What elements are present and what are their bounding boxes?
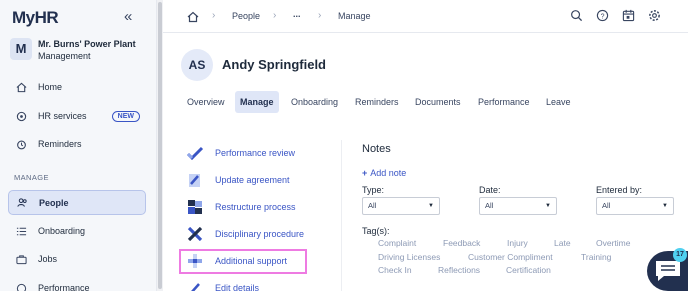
action-label: Performance review — [215, 148, 296, 158]
sidebar-item-label: Home — [38, 82, 63, 92]
performance-icon — [14, 283, 28, 291]
sidebar-item-performance[interactable]: Performance — [8, 277, 146, 291]
chat-icon — [656, 261, 680, 281]
filter-entered-by-select[interactable]: All ▼ — [596, 197, 674, 215]
calendar-icon[interactable] — [622, 9, 636, 23]
tab-manage[interactable]: Manage — [235, 91, 279, 113]
caret-down-icon: ▼ — [428, 203, 434, 209]
action-label: Restructure process — [215, 202, 296, 212]
new-badge: NEW — [111, 110, 140, 122]
sidebar-item-label: Reminders — [38, 139, 82, 149]
tab-performance[interactable]: Performance — [478, 91, 530, 113]
chat-notification-badge: 17 — [673, 248, 687, 262]
action-update-agreement[interactable]: Update agreement — [186, 171, 290, 189]
people-icon — [15, 197, 29, 208]
org-name: Mr. Burns' Power Plant — [38, 39, 136, 49]
tag-late[interactable]: Late — [554, 238, 571, 248]
breadcrumb-people[interactable]: People — [232, 11, 260, 21]
org-switcher[interactable]: M Mr. Burns' Power Plant Management — [8, 38, 153, 66]
tag-injury[interactable]: Injury — [507, 238, 528, 248]
gear-icon[interactable] — [648, 9, 662, 23]
tag-complaint[interactable]: Complaint — [378, 238, 416, 248]
search-icon[interactable] — [570, 9, 584, 23]
tag-feedback[interactable]: Feedback — [443, 238, 480, 248]
sidebar-item-onboarding[interactable]: Onboarding — [8, 220, 146, 242]
chevron-right-icon: › — [273, 10, 277, 21]
add-note-button[interactable]: + Add note — [362, 168, 406, 178]
sidebar-item-label: Onboarding — [38, 226, 86, 236]
filter-entered-by-label: Entered by: — [596, 185, 643, 195]
tags-label: Tag(s): — [362, 226, 390, 236]
sidebar-item-label: Performance — [38, 283, 90, 291]
action-label: Edit details — [215, 283, 260, 291]
filter-date-label: Date: — [479, 185, 501, 195]
help-icon[interactable]: ? — [596, 9, 610, 23]
checklist-icon — [14, 226, 28, 237]
alarm-icon — [14, 139, 28, 150]
sidebar-scrollbar-thumb[interactable] — [158, 2, 162, 289]
briefcase-icon — [14, 254, 28, 265]
tag-driving-licenses[interactable]: Driving Licenses — [378, 252, 440, 262]
chevron-right-icon: › — [318, 10, 322, 21]
sidebar-item-label: People — [39, 197, 69, 208]
sidebar-item-label: HR services — [38, 111, 87, 121]
plus-icon: + — [362, 168, 368, 178]
checkmark-icon — [186, 146, 204, 161]
svg-text:?: ? — [601, 13, 605, 20]
hr-services-icon — [14, 111, 28, 122]
action-label: Update agreement — [215, 175, 290, 185]
action-performance-review[interactable]: Performance review — [186, 144, 295, 162]
sidebar-item-people[interactable]: People — [8, 190, 146, 215]
action-restructure-process[interactable]: Restructure process — [186, 198, 296, 216]
section-label-manage: MANAGE — [14, 173, 49, 182]
action-label: Disciplinary procedure — [215, 229, 305, 239]
collapse-sidebar-icon[interactable]: « — [124, 8, 132, 25]
tab-leave[interactable]: Leave — [546, 91, 571, 113]
edit-document-icon — [186, 173, 204, 187]
sidebar-item-label: Jobs — [38, 254, 58, 264]
breadcrumb-ellipsis[interactable]: ... — [293, 9, 301, 19]
filter-type-select[interactable]: All ▼ — [362, 197, 440, 215]
sidebar: MyHR « M Mr. Burns' Power Plant Manageme… — [0, 0, 157, 291]
app-logo[interactable]: MyHR — [12, 8, 59, 28]
tag-check-in[interactable]: Check In — [378, 265, 412, 275]
tag-training[interactable]: Training — [581, 252, 611, 262]
tag-reflections[interactable]: Reflections — [438, 265, 480, 275]
tag-overtime[interactable]: Overtime — [596, 238, 630, 248]
caret-down-icon: ▼ — [545, 203, 551, 209]
notes-title: Notes — [362, 143, 391, 155]
tag-customer-compliment[interactable]: Customer Compliment — [468, 252, 553, 262]
tab-documents[interactable]: Documents — [415, 91, 461, 113]
org-subtitle: Management — [38, 51, 91, 61]
caret-down-icon: ▼ — [662, 203, 668, 209]
restructure-icon — [186, 200, 204, 214]
action-edit-details[interactable]: Edit details — [186, 279, 259, 291]
filter-type-label: Type: — [362, 185, 385, 195]
sidebar-item-reminders[interactable]: Reminders — [8, 133, 146, 155]
sidebar-item-jobs[interactable]: Jobs — [8, 248, 146, 270]
tab-reminders[interactable]: Reminders — [355, 91, 399, 113]
tab-onboarding[interactable]: Onboarding — [291, 91, 338, 113]
section-divider — [341, 140, 342, 291]
home-icon[interactable] — [187, 10, 201, 24]
sidebar-item-hr-services[interactable]: HR services NEW — [8, 105, 146, 127]
add-note-label: Add note — [370, 168, 407, 178]
home-icon — [14, 82, 28, 93]
pencil-icon — [186, 281, 204, 291]
tag-certification[interactable]: Certification — [506, 265, 551, 275]
sidebar-item-home[interactable]: Home — [8, 76, 146, 98]
breadcrumb-manage: Manage — [338, 11, 371, 21]
cross-icon — [186, 226, 204, 242]
org-avatar: M — [10, 38, 32, 60]
employee-avatar: AS — [181, 49, 213, 81]
employee-name: Andy Springfield — [222, 57, 326, 72]
highlight-box — [179, 249, 307, 274]
chevron-right-icon: › — [212, 10, 216, 21]
tab-overview[interactable]: Overview — [187, 91, 225, 113]
action-disciplinary-procedure[interactable]: Disciplinary procedure — [186, 225, 304, 243]
filter-date-select[interactable]: All ▼ — [479, 197, 557, 215]
